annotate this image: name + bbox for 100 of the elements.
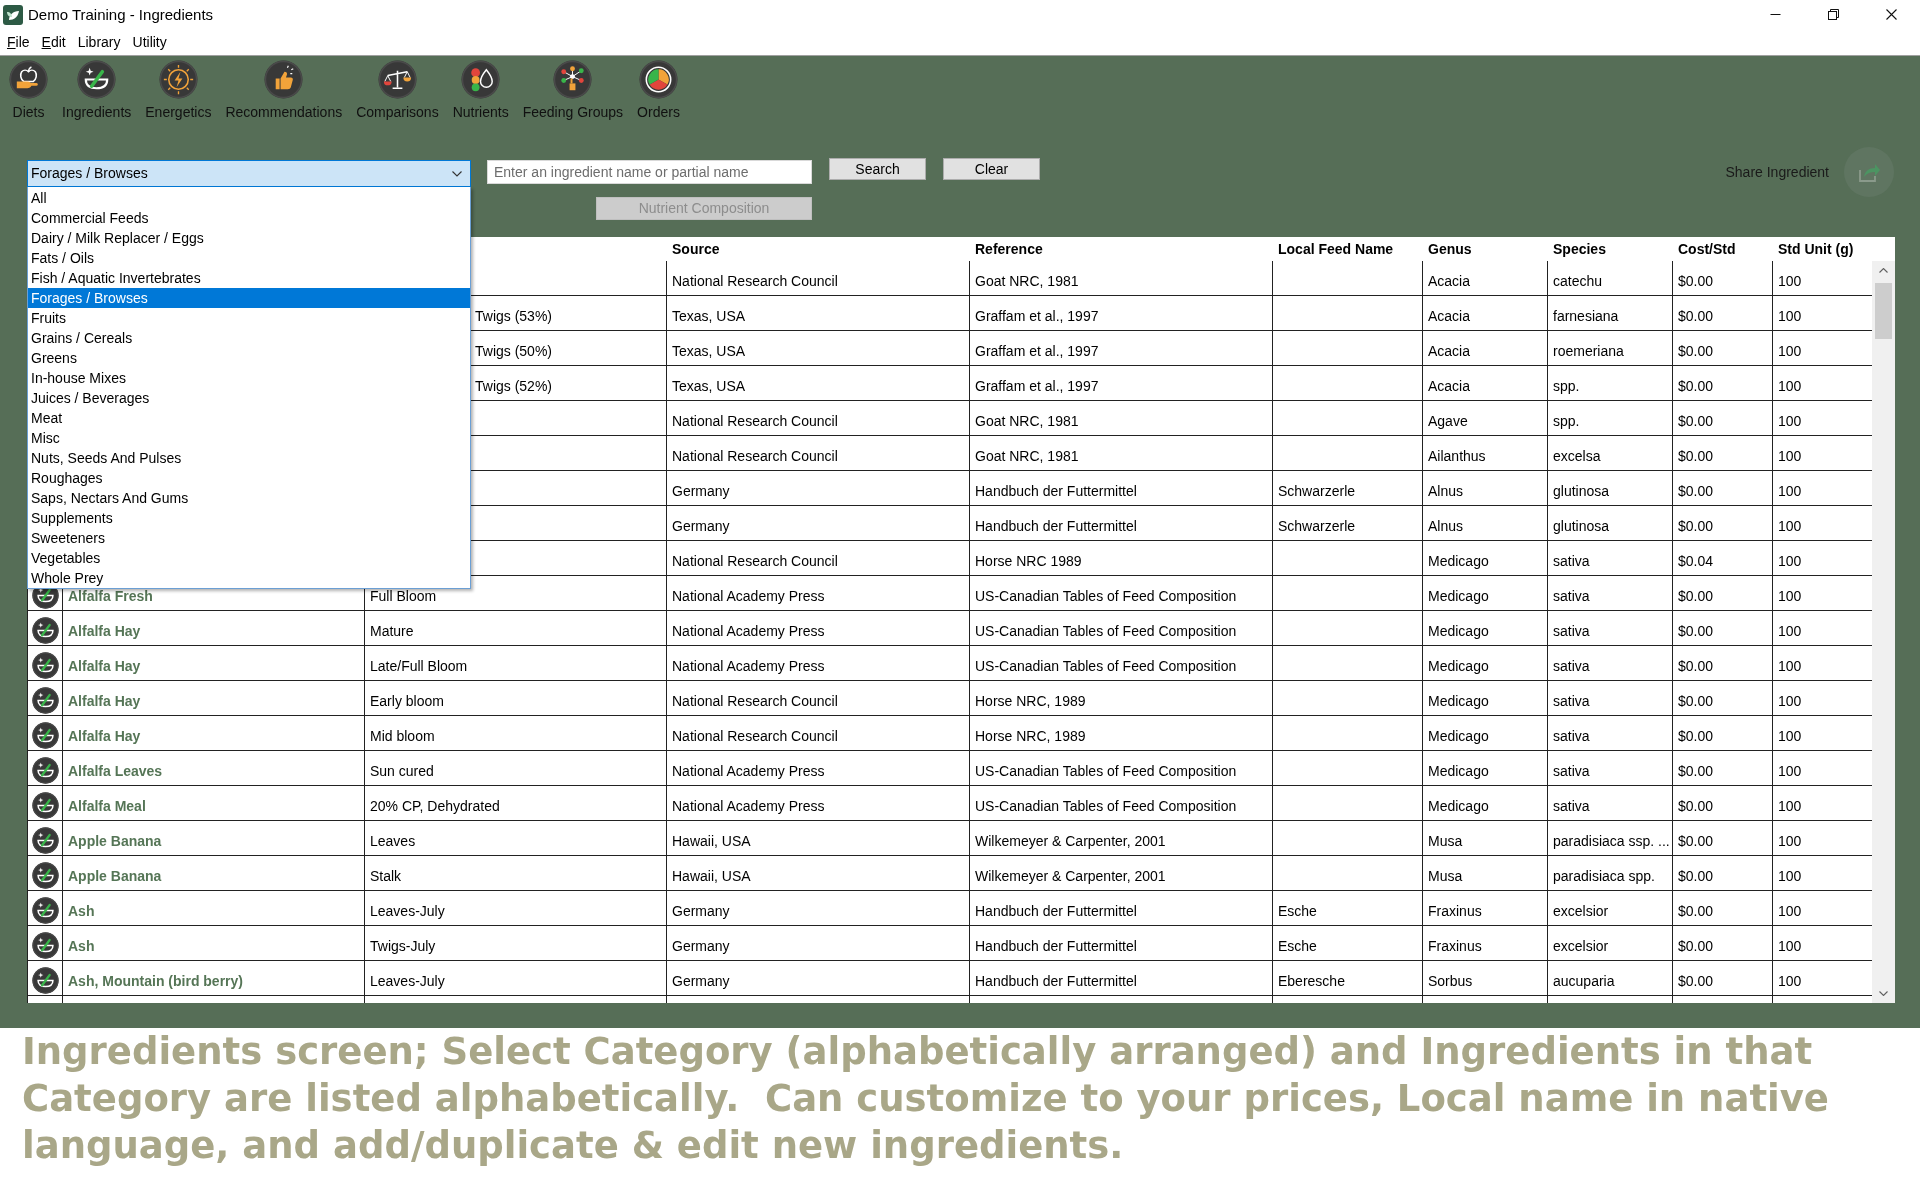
dropdown-option[interactable]: Commercial Feeds [28, 208, 470, 228]
table-cell: $0.00 [1673, 576, 1773, 611]
dropdown-option[interactable]: Forages / Browses [28, 288, 470, 308]
table-cell: catechu [1548, 261, 1673, 296]
scrollbar-thumb[interactable] [1875, 283, 1892, 339]
chevron-down-icon[interactable] [1879, 991, 1888, 996]
table-cell: Alfalfa Leaves [63, 751, 365, 786]
table-cell: Germany [667, 506, 970, 541]
table-cell: $0.00 [1673, 401, 1773, 436]
dropdown-option[interactable]: Sweeteners [28, 528, 470, 548]
search-field[interactable]: Enter an ingredient name or partial name [487, 160, 812, 184]
dropdown-option[interactable]: Misc [28, 428, 470, 448]
table-cell: Hawaii, USA [667, 821, 970, 856]
table-cell: Alnus [1423, 471, 1548, 506]
table-cell: $0.00 [1673, 786, 1773, 821]
balance-scale-icon [377, 60, 417, 99]
table-cell: Goat NRC, 1981 [970, 436, 1273, 471]
table-cell: Late/Full Bloom [365, 646, 667, 681]
table-cell: National Academy Press [667, 751, 970, 786]
table-cell: spp. [1548, 366, 1673, 401]
table-cell: Alfalfa Hay [63, 681, 365, 716]
table-cell: US-Canadian Tables of Feed Composition [970, 751, 1273, 786]
bowl-spoon-icon [31, 722, 59, 749]
share-button[interactable] [1844, 147, 1894, 197]
column-header[interactable]: Local Feed Name [1278, 238, 1394, 260]
table-cell: Ash [63, 891, 365, 926]
table-cell: $0.00 [1673, 261, 1773, 296]
table-cell: Germany [667, 471, 970, 506]
table-cell: Texas, USA [667, 331, 970, 366]
table-cell: $0.00 [1673, 646, 1773, 681]
close-icon [1885, 9, 1897, 20]
table-cell: excelsior [1548, 891, 1673, 926]
column-header[interactable]: Source [672, 238, 720, 260]
dropdown-option[interactable]: Saps, Nectars And Gums [28, 488, 470, 508]
bowl-spoon-icon [31, 827, 59, 854]
table-cell: 20% CP, Dehydrated [365, 786, 667, 821]
bowl-spoon-icon [31, 652, 59, 679]
action-button[interactable]: Clear [943, 158, 1040, 180]
bowl-spoon-icon [31, 967, 59, 994]
table-cell: National Academy Press [667, 576, 970, 611]
table-cell: paradisiaca spp. [1548, 856, 1673, 891]
caption-text: Ingredients screen; Select Category (alphabetically arranged) and Ingredients in that Category are listed alphabetically. Can customize to your prices, Local name in native language, and add/duplicate & edit new ingredients. [22, 1029, 1830, 1169]
table-cell: $0.00 [1673, 926, 1773, 961]
menu-item[interactable]: Edit [36, 31, 71, 53]
dropdown-option[interactable]: Nuts, Seeds And Pulses [28, 448, 470, 468]
table-cell: Sorbus [1423, 961, 1548, 996]
table-cell: $0.00 [1673, 296, 1773, 331]
table-cell: $0.00 [1673, 751, 1773, 786]
table-cell: $0.04 [1673, 541, 1773, 576]
chevron-up-icon[interactable] [1879, 268, 1888, 273]
table-cell: National Academy Press [667, 786, 970, 821]
menu-item[interactable]: Utility [127, 31, 172, 53]
table-cell: Alnus [1423, 506, 1548, 541]
table-cell: Schwarzerle [1273, 506, 1423, 541]
dropdown-option[interactable]: Supplements [28, 508, 470, 528]
table-cell: Horse NRC, 1989 [970, 716, 1273, 751]
table-cell: Medicago [1423, 786, 1548, 821]
category-dropdown[interactable]: Forages / Browses [27, 160, 471, 187]
vertical-scrollbar[interactable] [1872, 261, 1895, 1003]
dropdown-option[interactable]: Roughages [28, 468, 470, 488]
bowl-spoon-icon [31, 932, 59, 959]
table-cell: National Academy Press [667, 646, 970, 681]
table-cell: Ailanthus [1423, 436, 1548, 471]
table-cell: Alfalfa Meal [63, 786, 365, 821]
table-cell: glutinosa [1548, 471, 1673, 506]
table-cell: Apple Banana [63, 856, 365, 891]
column-header[interactable]: Genus [1428, 238, 1472, 260]
action-button[interactable]: Search [829, 158, 926, 180]
table-cell: spp. [1548, 401, 1673, 436]
dropdown-option[interactable]: Fish / Aquatic Invertebrates [28, 268, 470, 288]
table-cell: $0.00 [1673, 891, 1773, 926]
table-cell: National Research Council [667, 716, 970, 751]
window-title: Demo Training - Ingredients [28, 5, 214, 24]
table-cell: $0.00 [1673, 611, 1773, 646]
table-cell: $0.00 [1673, 856, 1773, 891]
table-cell: National Academy Press [667, 611, 970, 646]
dropdown-option[interactable]: Vegetables [28, 548, 470, 568]
table-cell: US-Canadian Tables of Feed Composition [970, 646, 1273, 681]
table-cell: Alfalfa Hay [63, 646, 365, 681]
column-header[interactable]: Species [1553, 238, 1606, 260]
table-cell: Esche [1273, 891, 1423, 926]
table-cell: $0.00 [1673, 331, 1773, 366]
table-cell: Graffam et al., 1997 [970, 366, 1273, 401]
menu-item[interactable]: Library [72, 31, 126, 53]
table-cell: Sun cured [365, 751, 667, 786]
dropdown-option[interactable]: Meat [28, 408, 470, 428]
table-cell: National Research Council [667, 681, 970, 716]
column-header[interactable]: Std Unit (g) [1778, 238, 1854, 260]
dropdown-option[interactable]: Fats / Oils [28, 248, 470, 268]
table-cell: Alfalfa Hay [63, 611, 365, 646]
column-header[interactable]: Reference [975, 238, 1043, 260]
table-cell: Medicago [1423, 541, 1548, 576]
column-header[interactable]: Cost/Std [1678, 238, 1736, 260]
table-cell: Leaves-July [365, 961, 667, 996]
dropdown-option[interactable]: Dairy / Milk Replacer / Eggs [28, 228, 470, 248]
menu-item[interactable]: File [2, 31, 35, 53]
table-cell: Alfalfa Hay [63, 716, 365, 751]
table-cell: Medicago [1423, 576, 1548, 611]
dropdown-option[interactable]: All [28, 188, 470, 208]
table-cell: excelsa [1548, 436, 1673, 471]
